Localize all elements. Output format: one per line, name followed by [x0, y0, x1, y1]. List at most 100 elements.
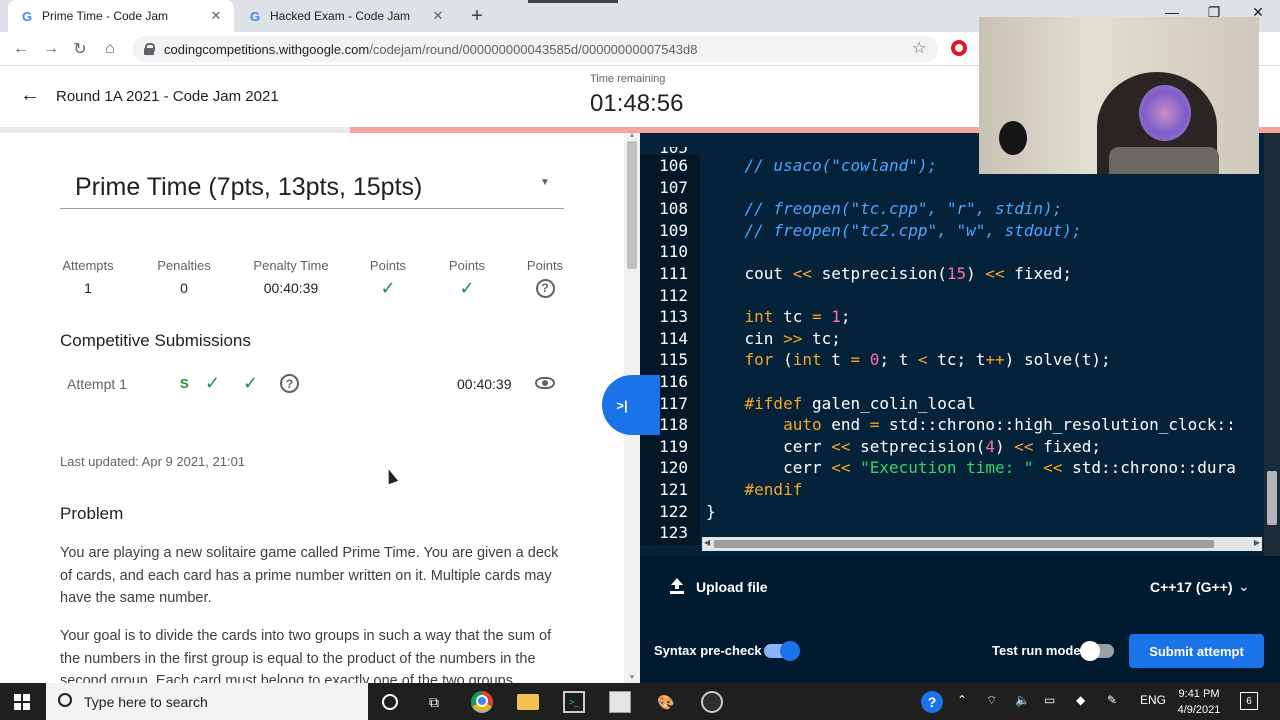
url-host: codingcompetitions.withgoogle.com	[164, 41, 370, 57]
input-language[interactable]: ENG	[1140, 693, 1166, 707]
code-line[interactable]: cout << setprecision(15) << fixed;	[706, 263, 1264, 285]
code-token: =	[811, 307, 822, 327]
test-run-mode-toggle[interactable]	[1080, 641, 1114, 661]
plus-icon[interactable]: +	[466, 5, 488, 27]
code-line[interactable]: for (int t = 0; t < tc; t++) solve(t);	[706, 349, 1264, 371]
code-line[interactable]: }	[706, 501, 1264, 523]
obs-icon[interactable]	[701, 691, 723, 713]
code-token: }	[706, 501, 716, 521]
submit-attempt-button[interactable]: Submit attempt	[1129, 634, 1264, 668]
code-token: cerr	[706, 458, 832, 478]
stat-label: Penalty Time	[253, 258, 329, 273]
code-token: ++	[985, 350, 1005, 370]
scroll-right-icon[interactable]: ▶	[1254, 538, 1260, 547]
scrollbar-thumb[interactable]	[627, 141, 637, 269]
line-number: 114	[659, 328, 688, 348]
editor-horizontal-scrollbar[interactable]: ◀ ▶	[702, 537, 1262, 551]
pen-icon[interactable]: ✎	[1107, 693, 1117, 707]
cortana-icon[interactable]	[382, 694, 398, 710]
code-line[interactable]: cin >> tc;	[706, 328, 1264, 350]
network-icon[interactable]: ⌔	[986, 693, 997, 708]
reload-icon[interactable]: ↻	[69, 38, 91, 60]
code-token: setprecision(	[850, 436, 986, 456]
question-icon[interactable]: ?	[280, 374, 299, 393]
code-viewport[interactable]: 106 107 108 109 110 111 112 113 114 115 116 117 118 1…	[640, 155, 1264, 545]
editor-vertical-scrollbar[interactable]	[1264, 133, 1280, 556]
code-line[interactable]	[706, 177, 1264, 199]
close-icon[interactable]: ✕	[208, 8, 224, 24]
code-line[interactable]	[706, 241, 1264, 263]
eye-icon[interactable]	[535, 377, 555, 389]
clock-time: 9:41 PM	[1178, 688, 1220, 700]
chevron-down-icon[interactable]: ⌄	[1238, 578, 1250, 595]
stat-points-1: Points ✓	[367, 258, 409, 298]
upload-file-button[interactable]: Upload file	[696, 579, 768, 595]
forward-arrow-icon[interactable]: →	[40, 38, 62, 60]
terminal-icon[interactable]: >_	[563, 691, 585, 713]
code-token: fixed;	[1004, 263, 1073, 283]
syntax-precheck-toggle[interactable]	[764, 641, 800, 661]
problem-select[interactable]: Prime Time (7pts, 13pts, 15pts) ▼	[60, 163, 564, 209]
code-token: #endif	[744, 479, 803, 499]
collapse-panel-button[interactable]: >|	[602, 375, 660, 435]
taskbar-search[interactable]: Type here to search	[46, 683, 368, 720]
close-icon[interactable]: ✕	[430, 8, 446, 24]
battery-icon[interactable]: ▭	[1044, 693, 1055, 707]
chrome-icon[interactable]	[471, 691, 493, 713]
scrollbar-thumb[interactable]	[714, 540, 1214, 548]
tab-hacked-exam[interactable]: G Hacked Exam - Code Jam ✕	[236, 0, 456, 32]
home-icon[interactable]: ⌂	[99, 38, 121, 60]
windows-logo-icon[interactable]	[14, 694, 30, 710]
scroll-down-icon[interactable]: ▼	[627, 674, 637, 681]
code-line[interactable]: cerr << setprecision(4) << fixed;	[706, 436, 1264, 458]
language-select[interactable]: C++17 (G++)	[1150, 579, 1233, 595]
code-token: int	[792, 350, 822, 370]
code-line[interactable]	[706, 285, 1264, 307]
notepad-icon[interactable]	[609, 691, 631, 713]
code-line[interactable]	[706, 371, 1264, 393]
attempt-row[interactable]: Attempt 1 S ✓ ✓ ? 00:40:39	[60, 373, 565, 397]
opera-icon[interactable]	[951, 40, 967, 56]
taskbar-clock[interactable]: 9:41 PM 4/9/2021	[1170, 686, 1228, 718]
code-text[interactable]: // usaco("cowland"); // freopen("tc.cpp"…	[706, 155, 1264, 544]
star-icon[interactable]: ☆	[912, 38, 926, 58]
line-number: 113	[659, 307, 688, 327]
code-line[interactable]: // freopen("tc.cpp", "r", stdin);	[706, 198, 1264, 220]
scroll-up-icon[interactable]: ▲	[627, 133, 637, 139]
notification-icon[interactable]: 6	[1240, 692, 1258, 710]
upload-icon[interactable]	[670, 578, 684, 594]
dropbox-icon[interactable]: ◆	[1076, 693, 1085, 707]
line-number: 115	[659, 350, 688, 370]
file-explorer-icon[interactable]	[517, 694, 539, 710]
url-path: /codejam/round/000000000043585d/00000000…	[369, 41, 698, 57]
address-bar[interactable]: codingcompetitions.withgoogle.com/codeja…	[132, 36, 938, 62]
code-token: tc	[773, 307, 812, 327]
code-line[interactable]: #endif	[706, 479, 1264, 501]
scrollbar-thumb[interactable]	[1267, 471, 1277, 525]
code-line[interactable]: int tc = 1;	[706, 306, 1264, 328]
tab-prime-time[interactable]: G Prime Time - Code Jam ✕	[8, 0, 234, 32]
help-icon[interactable]: ?	[921, 691, 943, 713]
volume-icon[interactable]: 🔈	[1015, 693, 1030, 707]
code-line[interactable]: // freopen("tc2.cpp", "w", stdout);	[706, 220, 1264, 242]
code-token: // freopen("tc2.cpp", "w", stdout);	[744, 220, 1082, 240]
check-icon: ✓	[380, 277, 396, 298]
back-arrow-icon[interactable]: ←	[20, 84, 40, 107]
code-line[interactable]: #ifdef galen_colin_local	[706, 393, 1264, 415]
problem-heading: Problem	[60, 504, 124, 523]
task-view-icon[interactable]: ⧉	[423, 691, 445, 713]
code-token: "Execution time: "	[860, 458, 1034, 478]
chevron-up-icon[interactable]: ⌃	[957, 693, 967, 707]
time-remaining-label: Time remaining	[590, 73, 666, 85]
code-editor[interactable]: 105 106 107 108 109 110 111 112 113 114 115 116 117…	[640, 133, 1280, 556]
question-icon[interactable]: ?	[535, 278, 555, 298]
back-arrow-icon[interactable]: ←	[10, 38, 32, 60]
paint-icon[interactable]: 🎨	[655, 691, 677, 713]
scroll-left-icon[interactable]: ◀	[704, 538, 710, 547]
code-token: cin	[706, 328, 784, 348]
code-line[interactable]: cerr << "Execution time: " << std::chron…	[706, 457, 1264, 479]
code-line[interactable]: auto end = std::chrono::high_resolution_…	[706, 414, 1264, 436]
